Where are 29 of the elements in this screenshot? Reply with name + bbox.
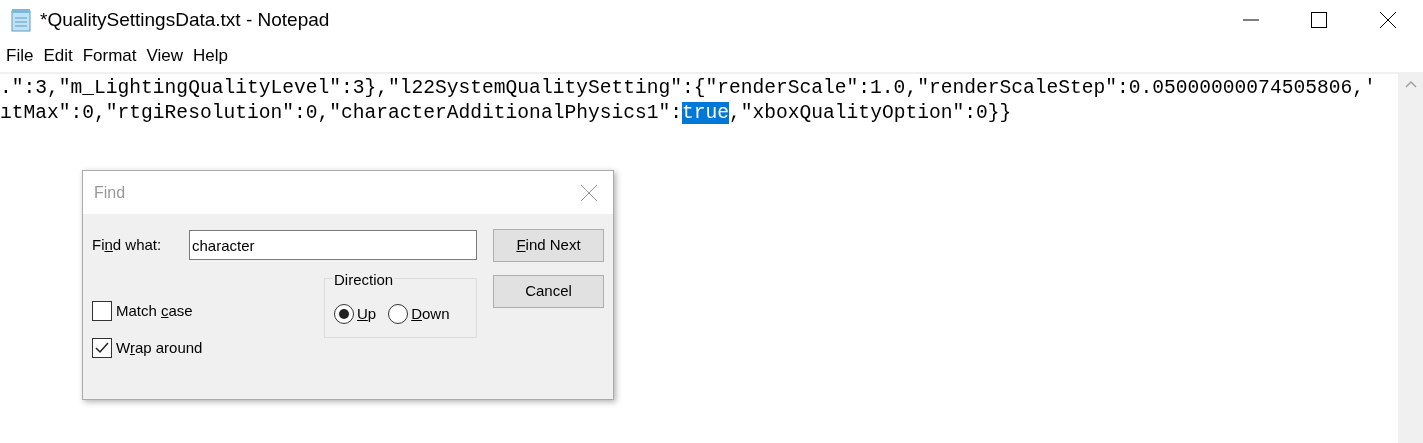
find-what-field[interactable]: character	[189, 230, 477, 260]
menu-item[interactable]: Format	[77, 43, 142, 69]
checkbox-label: Match case	[116, 301, 193, 321]
maximize-icon	[1311, 12, 1327, 28]
menu-item[interactable]: Edit	[38, 43, 78, 69]
close-icon	[1380, 12, 1396, 28]
minimize-icon	[1243, 19, 1259, 21]
radio-button[interactable]	[334, 304, 354, 325]
dialog-title: Find	[94, 182, 126, 203]
scrollbar[interactable]	[1398, 74, 1423, 443]
radio-label: Up	[357, 304, 377, 324]
notepad-icon	[10, 8, 32, 32]
menu-item[interactable]: Help	[188, 43, 234, 69]
close-icon[interactable]	[581, 184, 597, 201]
checkbox[interactable]	[92, 301, 112, 322]
text-line: .":3,"m_LightingQualityLevel":3},"l22SystemQualitySetting":{"renderScale":1.0,"renderScaleStep":0.05000000074505806,'	[0, 76, 1377, 101]
dialog-button[interactable]: Cancel	[493, 275, 604, 308]
menu-item[interactable]: File	[1, 43, 39, 69]
radio-button[interactable]	[388, 304, 409, 325]
window-title: *QualitySettingsData.txt - Notepad	[40, 7, 330, 32]
checkbox-label: Wrap around	[116, 337, 203, 358]
text-line: ıtMax":0,"rtgiResolution":0,"characterAdditionalPhysics1":true,"xboxQualityOption":0}}	[0, 101, 1013, 126]
checkbox[interactable]	[92, 337, 112, 358]
radio-label: Down	[411, 304, 450, 324]
find-what-label: Find what:	[92, 234, 163, 255]
menu-item[interactable]: View	[141, 43, 189, 69]
dialog-button[interactable]: Find Next	[493, 229, 604, 262]
checkmark-icon	[95, 341, 109, 354]
scroll-up-icon	[1404, 80, 1417, 88]
